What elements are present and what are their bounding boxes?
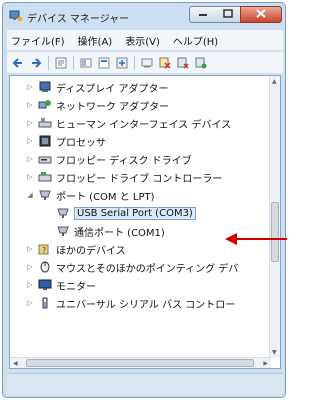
tree-item-processor[interactable]: ▷ プロセッサ	[26, 132, 106, 150]
toolbar-separator	[48, 55, 49, 70]
tree-item-label: マウスとそのほかのポインティング デバ	[56, 263, 239, 275]
scroll-down-icon[interactable]: ▼	[272, 349, 277, 356]
mouse-icon	[38, 261, 52, 273]
enable-icon[interactable]	[195, 57, 207, 69]
menu-help[interactable]: ヘルプ(H)	[173, 33, 218, 48]
usb-controller-icon	[38, 297, 52, 309]
port-icon	[38, 189, 52, 201]
minimize-icon	[198, 9, 208, 20]
monitor-icon	[38, 279, 52, 291]
vertical-scrollbar[interactable]: ▲ ▼	[269, 76, 280, 358]
tree-item-hid[interactable]: ▷ ヒューマン インターフェイス デバイス	[26, 114, 231, 132]
back-icon[interactable]	[12, 57, 24, 69]
floppy-controller-icon	[38, 171, 52, 183]
window-title: デバイス マネージャー	[27, 14, 130, 25]
properties-icon[interactable]	[55, 57, 67, 69]
annotation-arrow-icon	[225, 233, 237, 245]
tree-item-usb-controller[interactable]: ▷ ユニバーサル シリアル バス コントロー	[26, 294, 235, 312]
scroll-up-icon[interactable]: ▲	[272, 78, 277, 85]
update-driver-icon[interactable]	[116, 57, 128, 69]
tree-item-display-adapter[interactable]: ▷ ディスプレイ アダプター	[26, 78, 168, 96]
expand-icon[interactable]: ▷	[26, 173, 34, 181]
disable-icon[interactable]	[177, 57, 189, 69]
tree-item-label: プロセッサ	[56, 137, 106, 149]
tree-item-network-adapter[interactable]: ▷ ネットワーク アダプター	[26, 96, 169, 114]
expand-icon[interactable]: ▷	[26, 281, 34, 289]
hid-icon	[38, 117, 52, 129]
tree-item-other-devices[interactable]: ▷ ? ほかのデバイス	[26, 240, 126, 258]
processor-icon	[38, 135, 52, 147]
tree-item-floppy-controller[interactable]: ▷ フロッピー ドライブ コントローラー	[26, 168, 222, 186]
expand-icon[interactable]: ▷	[26, 101, 34, 109]
expand-icon[interactable]: ▷	[26, 155, 34, 163]
svg-text:?: ?	[42, 246, 46, 255]
close-icon	[256, 8, 266, 21]
device-tree[interactable]: ▷ ディスプレイ アダプター ▷ ネットワーク アダプター ▷ ヒューマン イン…	[9, 75, 281, 369]
tree-item-ports[interactable]: ◢ ポート (COM と LPT)	[26, 186, 155, 204]
toolbar	[7, 51, 283, 73]
floppy-drive-icon	[38, 153, 52, 165]
tree-item-label: ポート (COM と LPT)	[56, 191, 155, 203]
menu-file[interactable]: ファイル(F)	[11, 33, 65, 48]
tree-item-floppy-drive[interactable]: ▷ フロッピー ディスク ドライブ	[26, 150, 192, 168]
collapse-icon[interactable]: ◢	[26, 191, 34, 199]
show-hide-icon[interactable]	[80, 57, 92, 69]
tree-item-label: フロッピー ドライブ コントローラー	[56, 173, 223, 185]
horizontal-scrollbar[interactable]: ◀ ▶	[10, 357, 271, 368]
port-icon	[56, 225, 70, 237]
tree-item-monitor[interactable]: ▷ モニター	[26, 276, 96, 294]
other-devices-icon: ?	[38, 243, 52, 255]
expand-icon[interactable]: ▷	[26, 263, 34, 271]
expand-icon[interactable]: ▷	[26, 119, 34, 127]
menu-bar: ファイル(F) 操作(A) 表示(V) ヘルプ(H)	[7, 30, 283, 50]
minimize-button[interactable]	[189, 6, 216, 23]
close-button[interactable]	[240, 6, 282, 23]
maximize-button[interactable]	[215, 6, 241, 23]
tree-item-label: 通信ポート (COM1)	[74, 227, 165, 239]
tree-item-label: ヒューマン インターフェイス デバイス	[56, 119, 232, 131]
tree-item-label: USB Serial Port (COM3)	[74, 206, 196, 220]
tree-item-label: ディスプレイ アダプター	[56, 83, 169, 95]
tree-item-label: ユニバーサル シリアル バス コントロー	[56, 299, 236, 311]
scroll-left-icon[interactable]: ◀	[13, 360, 18, 367]
scan-hardware-icon[interactable]	[141, 57, 153, 69]
uninstall-icon[interactable]	[159, 57, 171, 69]
horizontal-scroll-thumb[interactable]	[26, 359, 254, 367]
expand-icon[interactable]: ▷	[26, 137, 34, 145]
tree-item-label: ほかのデバイス	[56, 245, 126, 257]
scroll-right-icon[interactable]: ▶	[263, 360, 268, 367]
tree-item-usb-serial-port[interactable]: USB Serial Port (COM3)	[56, 204, 196, 222]
toolbar-separator	[134, 55, 135, 70]
toolbar-separator	[73, 55, 74, 70]
status-bar	[7, 373, 283, 395]
tree-item-label: ネットワーク アダプター	[56, 101, 170, 113]
tree-item-label: モニター	[56, 281, 96, 293]
menu-action[interactable]: 操作(A)	[78, 33, 113, 48]
vertical-scroll-thumb[interactable]	[271, 202, 279, 262]
forward-icon[interactable]	[30, 57, 42, 69]
tree-item-com1[interactable]: 通信ポート (COM1)	[56, 222, 165, 240]
network-adapter-icon	[38, 99, 52, 111]
device-manager-icon	[9, 10, 23, 22]
expand-icon[interactable]: ▷	[26, 83, 34, 91]
device-manager-window: デバイス マネージャー ファイル(F) 操作(A) 表示(V) ヘルプ(H) ▷…	[2, 2, 286, 398]
expand-icon[interactable]: ▷	[26, 299, 34, 307]
tree-item-label: フロッピー ディスク ドライブ	[56, 155, 192, 167]
annotation-arrow-line	[235, 238, 287, 240]
title-bar[interactable]: デバイス マネージャー	[3, 3, 285, 29]
tree-item-mouse[interactable]: ▷ マウスとそのほかのポインティング デバ	[26, 258, 238, 276]
display-adapter-icon	[38, 81, 52, 93]
menu-view[interactable]: 表示(V)	[125, 33, 160, 48]
port-icon	[56, 207, 70, 219]
expand-icon[interactable]: ▷	[26, 245, 34, 253]
help-icon[interactable]	[98, 57, 110, 69]
maximize-icon	[222, 8, 233, 21]
